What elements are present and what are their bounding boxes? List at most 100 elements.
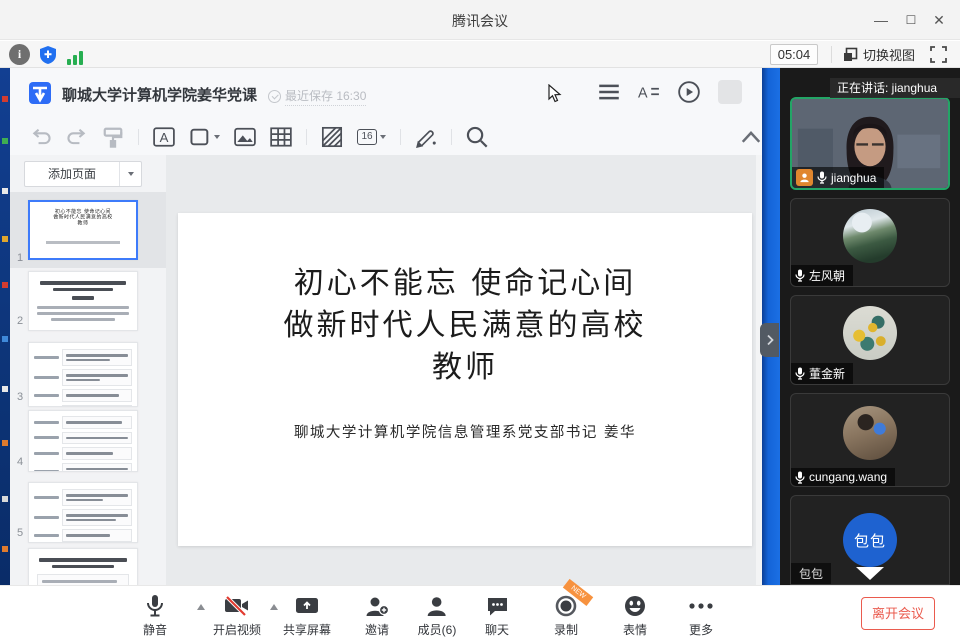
window-titlebar: 腾讯会议 — ☐ ✕ <box>0 0 960 40</box>
undo-icon[interactable] <box>30 126 52 148</box>
thumbnail-row-3[interactable]: 3 <box>10 342 166 407</box>
meeting-timer: 05:04 <box>770 44 818 65</box>
shape-tool[interactable] <box>189 126 220 148</box>
participant-label: 左风朝 <box>791 265 853 286</box>
camera-off-icon <box>224 596 250 616</box>
video-tile-jianghua[interactable]: jianghua <box>790 97 950 190</box>
fill-pattern-icon[interactable] <box>321 126 343 148</box>
switch-view-icon <box>843 47 858 62</box>
redo-icon[interactable] <box>66 126 88 148</box>
saved-check-icon <box>268 90 281 103</box>
slide-canvas: 初心不能忘 使命记心间 做新时代人民满意的高校 教师 聊城大学计算机学院信息管理… <box>166 155 756 585</box>
speaking-banner: 正在讲话: jianghua <box>830 78 960 98</box>
avatar <box>843 406 897 460</box>
collapse-toolbar-icon[interactable] <box>740 126 762 148</box>
video-options-caret[interactable] <box>270 604 278 610</box>
shared-screen-region: 聊城大学计算机学院姜华党课 最近保存 16:30 A A 16 <box>0 68 780 585</box>
divider <box>400 129 401 145</box>
slide-thumbnail-panel: 添加页面 1 初心不能忘 使命记心间 做新时代人民满意的高校 教师 2 <box>10 155 166 585</box>
record-button[interactable]: NEW 录制 <box>554 594 578 638</box>
microphone-icon <box>146 594 164 618</box>
switch-view-button[interactable]: 切换视图 <box>843 43 915 66</box>
video-tile-cungang-wang[interactable]: cungang.wang <box>790 393 950 487</box>
presenter-desktop-edge <box>0 68 10 585</box>
divider <box>831 46 832 63</box>
format-painter-icon[interactable] <box>102 126 124 148</box>
thumbnail-row-5[interactable]: 5 <box>10 482 166 543</box>
meeting-info-icon[interactable]: i <box>9 44 30 65</box>
mute-button[interactable]: 静音 <box>143 594 167 638</box>
switch-view-label: 切换视图 <box>863 45 915 64</box>
start-video-button[interactable]: 开启视频 <box>213 594 261 638</box>
font-size-tool[interactable]: 16 <box>357 129 386 145</box>
present-play-icon[interactable] <box>678 81 700 103</box>
emoji-button[interactable]: 表情 <box>623 594 647 638</box>
chevron-down-icon <box>380 135 386 139</box>
menu-icon[interactable] <box>598 81 620 103</box>
slide-thumb-5[interactable] <box>28 482 138 543</box>
thumbnail-row-1[interactable]: 1 初心不能忘 使命记心间 做新时代人民满意的高校 教师 <box>10 192 166 268</box>
maximize-button[interactable]: ☐ <box>898 8 924 32</box>
chat-button[interactable]: 聊天 <box>485 594 509 638</box>
mic-icon <box>795 367 805 380</box>
video-tile-zuofengchao[interactable]: 左风朝 <box>790 198 950 287</box>
slide-thumb-2[interactable] <box>28 271 138 331</box>
security-shield-icon[interactable] <box>37 44 58 65</box>
record-icon <box>555 595 577 617</box>
video-tile-dongjinxin[interactable]: 董金新 <box>790 295 950 385</box>
slide-thumb-6[interactable] <box>28 548 138 585</box>
doc-title[interactable]: 聊城大学计算机学院姜华党课 <box>62 84 257 105</box>
chevron-down-icon <box>214 135 220 139</box>
panel-collapse-handle[interactable] <box>760 323 779 357</box>
person-icon <box>426 596 448 617</box>
outline-icon[interactable]: A <box>638 81 660 103</box>
add-page-dropdown[interactable] <box>119 162 141 186</box>
network-signal-icon[interactable] <box>64 44 85 65</box>
chat-bubble-icon <box>485 596 508 617</box>
laser-pen-icon[interactable] <box>415 126 437 148</box>
meeting-topbar: i 05:04 切换视图 <box>0 41 960 68</box>
members-button[interactable]: 成员(6) <box>418 594 457 638</box>
search-icon[interactable] <box>466 126 488 148</box>
ellipsis-icon <box>688 602 714 610</box>
textbox-icon[interactable]: A <box>153 126 175 148</box>
scroll-down-indicator[interactable] <box>856 567 884 580</box>
user-avatar[interactable] <box>718 80 742 104</box>
mic-icon <box>795 471 805 484</box>
doc-app-logo <box>28 81 52 105</box>
avatar: 包包 <box>843 513 897 567</box>
person-add-icon <box>365 596 389 617</box>
divider <box>451 129 452 145</box>
slide-title-line: 初心不能忘 使命记心间 <box>178 263 752 305</box>
thumbnail-row-4[interactable]: 4 <box>10 410 166 472</box>
slide-subtitle: 聊城大学计算机学院信息管理系党支部书记 姜华 <box>178 421 752 442</box>
current-slide[interactable]: 初心不能忘 使命记心间 做新时代人民满意的高校 教师 聊城大学计算机学院信息管理… <box>178 213 752 546</box>
slide-thumb-1[interactable]: 初心不能忘 使命记心间 做新时代人民满意的高校 教师 <box>28 200 138 260</box>
chevron-right-icon <box>766 334 774 346</box>
thumbnail-row-2[interactable]: 2 <box>10 271 166 331</box>
doc-toolbar: A 16 <box>10 118 762 155</box>
close-button[interactable]: ✕ <box>926 8 952 32</box>
participant-label: 董金新 <box>791 363 853 384</box>
invite-button[interactable]: 邀请 <box>365 594 389 638</box>
fullscreen-icon[interactable] <box>929 45 948 64</box>
more-button[interactable]: 更多 <box>688 594 714 638</box>
leave-meeting-button[interactable]: 离开会议 <box>861 597 935 630</box>
mic-options-caret[interactable] <box>197 604 205 610</box>
thumbnail-row-6[interactable]: 6 <box>10 548 166 585</box>
participant-label: jianghua <box>792 167 884 188</box>
minimize-button[interactable]: — <box>868 8 894 32</box>
slide-title-line: 教师 <box>178 347 752 389</box>
smiley-icon <box>624 595 646 617</box>
mic-icon <box>817 171 827 184</box>
host-badge-icon <box>796 169 813 186</box>
image-icon[interactable] <box>234 126 256 148</box>
divider <box>306 129 307 145</box>
shape-icon <box>189 126 211 148</box>
table-icon[interactable] <box>270 126 292 148</box>
slide-thumb-4[interactable] <box>28 410 138 472</box>
share-screen-button[interactable]: 共享屏幕 <box>283 594 331 638</box>
add-page-button[interactable]: 添加页面 <box>24 161 142 187</box>
slide-thumb-3[interactable] <box>28 342 138 407</box>
share-screen-icon <box>295 596 319 616</box>
